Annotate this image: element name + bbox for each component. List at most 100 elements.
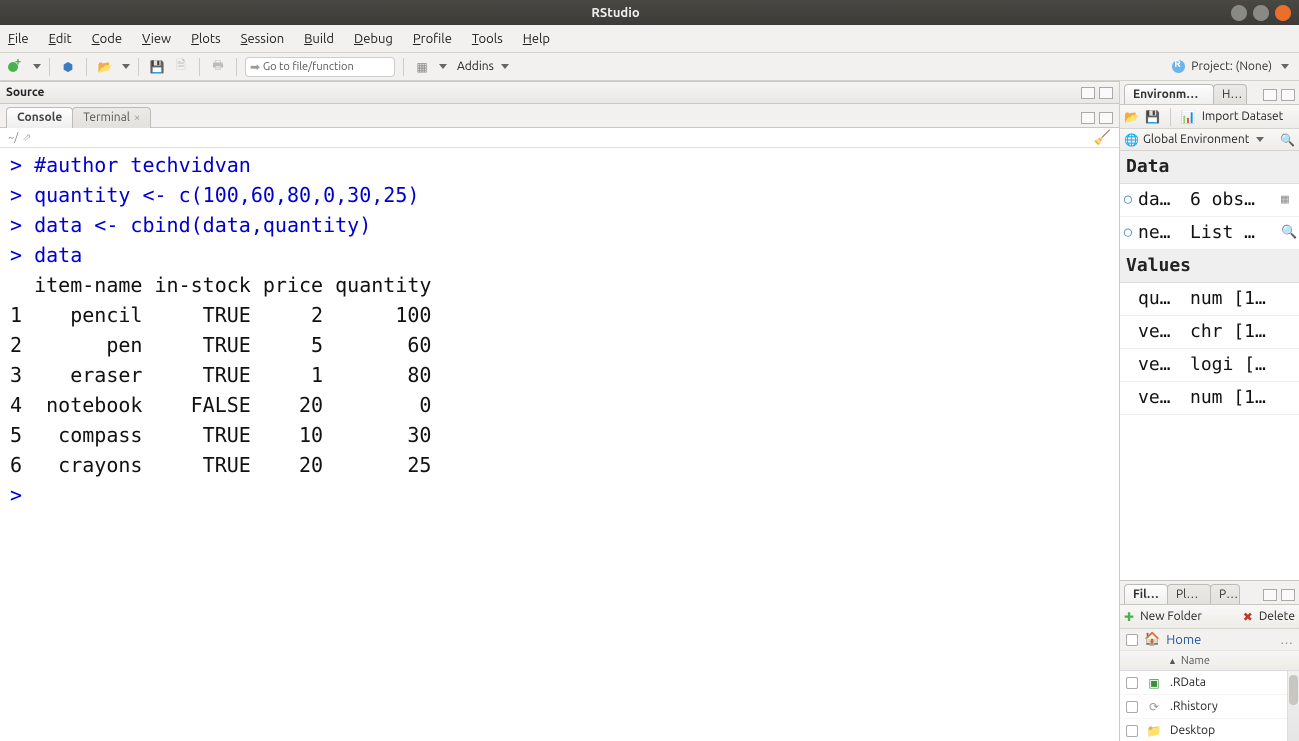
grid-dropdown[interactable] [439, 64, 447, 69]
env-data-row[interactable]: ◯da…6 obs…▦ [1120, 184, 1299, 217]
minimize-button[interactable] [1231, 5, 1247, 21]
menu-edit[interactable]: Edit [49, 32, 72, 46]
console-tabbar: Console Terminal× [0, 104, 1119, 128]
file-checkbox[interactable] [1126, 677, 1138, 689]
new-file-icon[interactable]: + [6, 57, 26, 77]
environment-list: Data◯da…6 obs…▦◯ne…List …🔍Valuesqu…num [… [1120, 151, 1299, 580]
files-minimize-icon[interactable] [1263, 589, 1277, 601]
addins-dropdown-icon [501, 64, 509, 69]
file-checkbox[interactable] [1126, 725, 1138, 737]
expand-icon[interactable]: ◯ [1124, 184, 1138, 216]
files-tabbar: Files Plots Packages [1120, 581, 1299, 605]
import-dataset-icon[interactable]: 📊 [1181, 110, 1196, 124]
source-minimize-icon[interactable] [1081, 87, 1095, 99]
menu-help[interactable]: Help [523, 32, 550, 46]
tab-console[interactable]: Console [6, 107, 73, 128]
menu-debug[interactable]: Debug [354, 32, 393, 46]
new-file-dropdown[interactable] [33, 64, 41, 69]
env-minimize-icon[interactable] [1263, 89, 1277, 101]
scrollbar-thumb[interactable] [1289, 675, 1298, 705]
tab-environment[interactable]: Environment [1124, 84, 1214, 104]
close-button[interactable] [1275, 5, 1291, 21]
env-scope-icon: 🌐 [1124, 133, 1139, 147]
menubar: File Edit Code View Plots Session Build … [0, 25, 1299, 53]
open-file-icon[interactable]: 📂 [95, 57, 115, 77]
env-var-value: logi [… [1190, 349, 1281, 381]
sort-arrow-icon[interactable]: ▲ [1168, 656, 1177, 666]
tab-packages[interactable]: Packages [1210, 584, 1240, 604]
console-minimize-icon[interactable] [1081, 112, 1095, 124]
console-path-bar: ~/ ⇗ 🧹 [0, 128, 1119, 148]
delete-icon[interactable]: ✖ [1243, 610, 1253, 624]
console-popout-icon[interactable]: ⇗ [22, 131, 31, 144]
goto-file-function-input[interactable]: ➡ Go to file/function [245, 57, 395, 77]
files-scrollbar[interactable] [1287, 671, 1299, 741]
menu-file[interactable]: File [8, 32, 29, 46]
new-project-icon[interactable]: ⬢ [58, 57, 78, 77]
files-maximize-icon[interactable] [1281, 589, 1295, 601]
env-scope-dropdown[interactable] [1256, 137, 1264, 142]
file-type-icon: ▣ [1146, 676, 1162, 690]
select-all-checkbox[interactable] [1126, 634, 1138, 646]
print-icon[interactable]: 🖶 [208, 57, 228, 77]
file-row[interactable]: ▣.RData [1120, 671, 1299, 695]
env-value-row[interactable]: ve…logi [… [1120, 349, 1299, 382]
menu-session[interactable]: Session [241, 32, 284, 46]
grid-view-icon[interactable]: ▦ [1281, 184, 1295, 216]
save-all-icon[interactable]: 🗎 [171, 57, 191, 77]
name-column-label[interactable]: Name [1181, 655, 1210, 667]
env-var-name: qu… [1138, 283, 1190, 315]
tab-files[interactable]: Files [1124, 584, 1168, 604]
env-value-row[interactable]: qu…num [1… [1120, 283, 1299, 316]
env-var-name: ve… [1138, 349, 1190, 381]
global-env-label[interactable]: Global Environment [1143, 133, 1250, 146]
addins-menu[interactable]: Addins [451, 58, 515, 75]
open-recent-dropdown[interactable] [122, 64, 130, 69]
more-path-icon[interactable]: … [1280, 633, 1293, 647]
addins-label: Addins [457, 60, 494, 73]
env-var-value: 6 obs… [1190, 184, 1281, 216]
home-icon[interactable]: 🏠 [1144, 632, 1160, 647]
goto-arrow-icon: ➡ [250, 60, 260, 74]
delete-label[interactable]: Delete [1259, 610, 1295, 623]
env-search-icon[interactable]: 🔍 [1280, 133, 1295, 147]
env-data-row[interactable]: ◯ne…List …🔍 [1120, 217, 1299, 250]
console-maximize-icon[interactable] [1099, 112, 1113, 124]
env-value-row[interactable]: ve…num [1… [1120, 382, 1299, 415]
file-row[interactable]: 📁Desktop [1120, 719, 1299, 741]
file-type-icon: ⟳ [1146, 700, 1162, 714]
import-dataset-label[interactable]: Import Dataset [1202, 110, 1284, 123]
load-workspace-icon[interactable]: 📂 [1124, 110, 1139, 124]
menu-code[interactable]: Code [92, 32, 122, 46]
menu-build[interactable]: Build [304, 32, 334, 46]
home-label[interactable]: Home [1166, 633, 1201, 647]
clear-console-icon[interactable]: 🧹 [1094, 129, 1111, 146]
file-row[interactable]: ⟳.Rhistory [1120, 695, 1299, 719]
project-dropdown-icon [1281, 64, 1289, 69]
save-icon[interactable]: 💾 [147, 57, 167, 77]
project-menu[interactable]: Project: (None) [1172, 60, 1293, 73]
terminal-close-icon[interactable]: × [134, 112, 140, 124]
source-maximize-icon[interactable] [1099, 87, 1113, 99]
env-maximize-icon[interactable] [1281, 89, 1295, 101]
maximize-button[interactable] [1253, 5, 1269, 21]
menu-tools[interactable]: Tools [472, 32, 503, 46]
search-icon[interactable]: 🔍 [1281, 217, 1295, 249]
console-output[interactable]: > #author techvidvan > quantity <- c(100… [0, 148, 1119, 741]
expand-icon[interactable]: ◯ [1124, 217, 1138, 249]
titlebar: RStudio [0, 0, 1299, 25]
tab-terminal[interactable]: Terminal× [72, 107, 151, 128]
new-folder-icon[interactable]: ✚ [1124, 610, 1134, 624]
tab-history[interactable]: History [1213, 84, 1247, 104]
menu-view[interactable]: View [142, 32, 171, 46]
menu-profile[interactable]: Profile [413, 32, 452, 46]
grid-icon[interactable]: ▦ [412, 57, 432, 77]
env-var-name: ve… [1138, 382, 1190, 414]
new-folder-label[interactable]: New Folder [1140, 610, 1202, 623]
env-value-row[interactable]: ve…chr [1… [1120, 316, 1299, 349]
files-toolbar: ✚ New Folder ✖ Delete [1120, 605, 1299, 629]
file-checkbox[interactable] [1126, 701, 1138, 713]
tab-plots[interactable]: Plots [1167, 584, 1211, 604]
menu-plots[interactable]: Plots [191, 32, 221, 46]
save-workspace-icon[interactable]: 💾 [1145, 110, 1160, 124]
